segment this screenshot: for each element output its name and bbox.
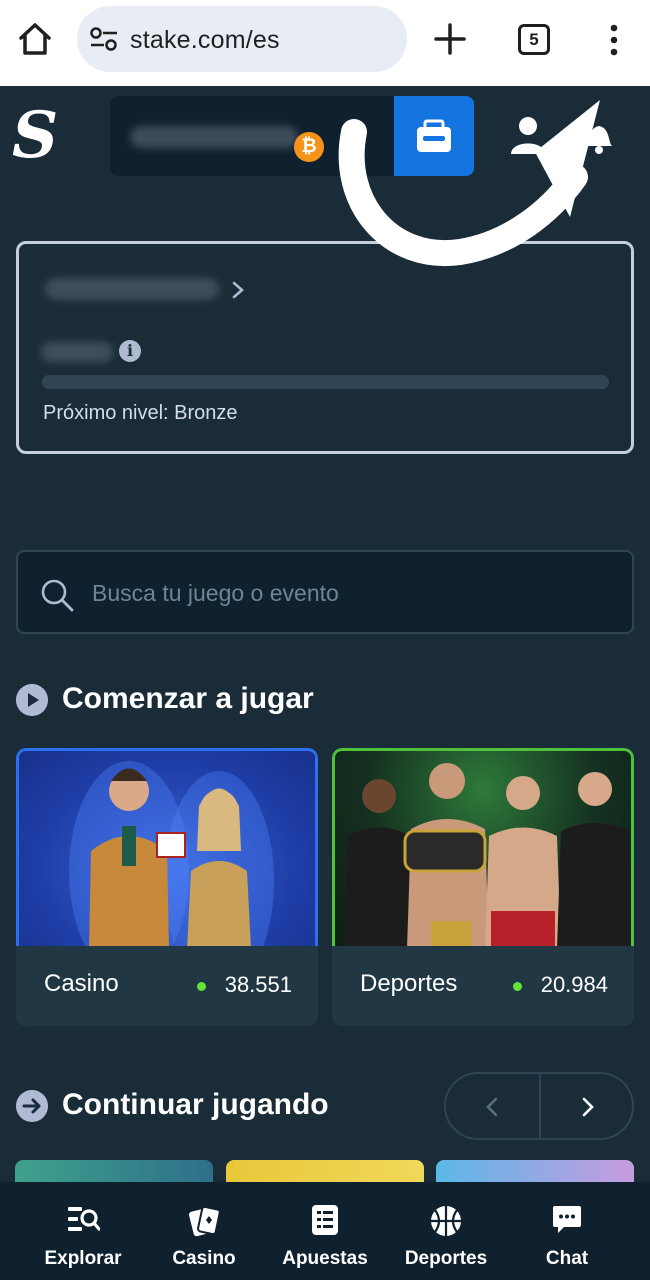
chat-icon — [553, 1206, 581, 1233]
bitcoin-icon: ₿ — [294, 132, 324, 162]
section-title-continue: Continuar jugando — [62, 1088, 329, 1121]
address-bar[interactable]: stake.com/es — [77, 6, 407, 72]
username — [45, 278, 219, 300]
nav-casino[interactable]: Casino — [139, 1182, 269, 1280]
sports-image — [332, 748, 634, 946]
chevron-right-icon[interactable] — [231, 280, 245, 300]
online-indicator — [513, 982, 522, 991]
arrow-right-circle-icon — [16, 1090, 48, 1122]
sports-card-footer: Deportes 20.984 — [332, 946, 634, 1026]
nav-label: Explorar — [44, 1248, 122, 1269]
play-icon — [16, 684, 48, 716]
vip-progress-percent — [41, 342, 113, 362]
carousel-controls — [444, 1072, 634, 1140]
section-title-start: Comenzar a jugar — [62, 682, 314, 715]
nav-label: Casino — [172, 1248, 236, 1269]
tab-count: 5 — [529, 30, 539, 49]
info-icon[interactable]: i — [119, 340, 141, 362]
next-level-label: Próximo nivel: Bronze — [43, 402, 238, 424]
casino-label: Casino — [44, 970, 119, 997]
nav-label: Apuestas — [282, 1248, 368, 1269]
nav-chat[interactable]: Chat — [502, 1182, 632, 1280]
annotation-arrow — [338, 100, 600, 267]
vip-progress-bar — [42, 375, 609, 389]
nav-label: Deportes — [404, 1248, 488, 1269]
casino-card-footer: Casino 38.551 — [16, 946, 318, 1026]
search-input[interactable] — [92, 570, 612, 616]
more-options-icon[interactable] — [599, 22, 629, 58]
url-text[interactable]: stake.com/es — [130, 26, 280, 55]
casino-image — [16, 748, 318, 946]
site-settings-icon[interactable] — [89, 26, 119, 52]
nav-label: Chat — [545, 1248, 589, 1269]
new-tab-icon[interactable] — [432, 21, 468, 57]
chevron-left-icon[interactable] — [482, 1096, 502, 1118]
sports-label: Deportes — [360, 970, 458, 997]
tab-switcher-button[interactable]: 5 — [518, 24, 550, 55]
browse-icon — [68, 1207, 100, 1231]
category-card-sports[interactable]: Deportes 20.984 — [332, 748, 634, 1028]
sports-player-count: 20.984 — [540, 972, 608, 997]
balance-amount — [130, 126, 298, 148]
search-box[interactable] — [16, 550, 634, 634]
casino-player-count: 38.551 — [224, 972, 292, 997]
betslip-icon — [312, 1205, 338, 1235]
nav-bets[interactable]: Apuestas — [260, 1182, 390, 1280]
cards-icon — [189, 1205, 221, 1237]
chevron-right-icon[interactable] — [578, 1096, 598, 1118]
bottom-navigation: Explorar Casino Apuestas Deportes Chat — [0, 1182, 650, 1280]
basketball-icon — [431, 1206, 461, 1236]
online-indicator — [197, 982, 206, 991]
home-icon[interactable] — [16, 20, 54, 58]
carousel-divider — [539, 1074, 541, 1138]
nav-sports[interactable]: Deportes — [381, 1182, 511, 1280]
browser-toolbar: stake.com/es 5 — [0, 0, 650, 86]
search-icon — [41, 579, 74, 612]
stake-logo[interactable]: S — [12, 104, 58, 168]
nav-browse[interactable]: Explorar — [18, 1182, 148, 1280]
category-card-casino[interactable]: Casino 38.551 — [16, 748, 318, 1028]
